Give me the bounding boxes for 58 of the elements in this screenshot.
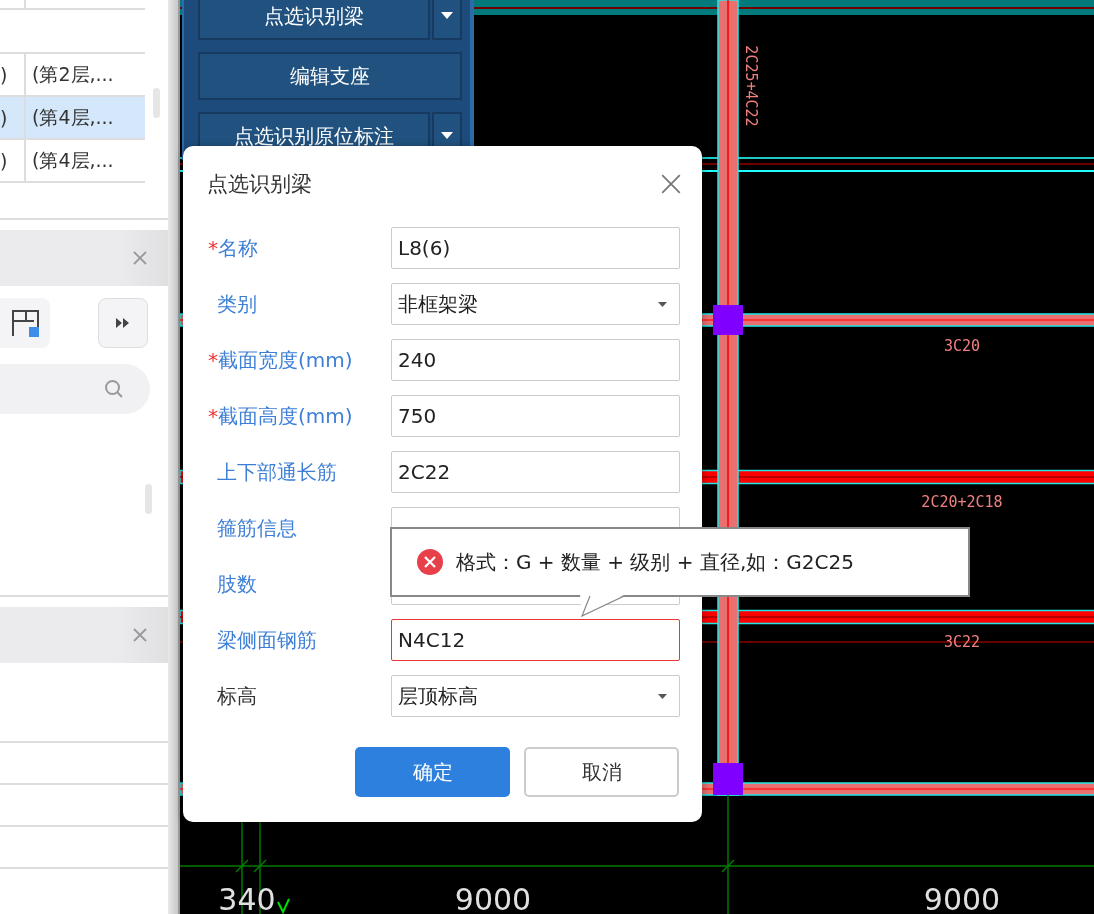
input-field[interactable]: 750 bbox=[391, 395, 680, 437]
frame-icon bbox=[10, 308, 40, 338]
tick-mark bbox=[277, 898, 290, 914]
input-field[interactable]: N4C12 bbox=[391, 619, 680, 661]
caret-icon bbox=[441, 12, 453, 20]
search-field[interactable] bbox=[0, 364, 150, 414]
table-row[interactable]: ) (第4层,... bbox=[0, 140, 145, 183]
caret-icon bbox=[658, 301, 667, 307]
splitter[interactable] bbox=[168, 0, 180, 914]
error-icon bbox=[416, 548, 444, 576]
field-label: 梁侧面钢筋 bbox=[216, 626, 318, 654]
ribbon-button[interactable]: 编辑支座 bbox=[198, 52, 462, 100]
field-label: *截面高度(mm) bbox=[207, 402, 354, 430]
dimension-text: 9000 bbox=[923, 882, 1001, 914]
field-label: 上下部通长筋 bbox=[216, 458, 338, 486]
search-icon bbox=[104, 379, 124, 399]
input-field[interactable]: 240 bbox=[391, 339, 680, 381]
table-cell-text: (第4层,... bbox=[31, 147, 115, 173]
table-cell: ) bbox=[0, 54, 26, 95]
toolbar-button[interactable] bbox=[0, 298, 50, 348]
table-cell-text: (第2层,... bbox=[31, 61, 115, 87]
field-label: 标高 bbox=[216, 682, 258, 710]
rebar-label: 3C22 bbox=[943, 632, 981, 651]
rebar-label: 3C20 bbox=[943, 336, 981, 355]
close-icon[interactable] bbox=[132, 250, 148, 266]
confirm-button[interactable]: 确定 bbox=[355, 747, 510, 797]
close-icon[interactable] bbox=[660, 172, 682, 195]
field-label: *名称 bbox=[207, 234, 259, 262]
column-marker bbox=[713, 305, 743, 335]
ribbon-button[interactable]: 点选识别梁 bbox=[198, 0, 430, 40]
dialog-title: 点选识别梁 bbox=[207, 170, 312, 198]
field-label: *截面宽度(mm) bbox=[207, 346, 354, 374]
table-cell: ) bbox=[0, 97, 26, 138]
expand-button[interactable] bbox=[98, 298, 148, 348]
rebar-label: 2C20+2C18 bbox=[921, 492, 1003, 511]
select-field[interactable]: 非框架梁 bbox=[391, 283, 680, 325]
field-label: 肢数 bbox=[216, 570, 258, 598]
input-field[interactable]: L8(6) bbox=[391, 227, 680, 269]
close-icon[interactable] bbox=[132, 627, 148, 643]
cancel-button[interactable]: 取消 bbox=[524, 747, 679, 797]
caret-icon bbox=[441, 132, 453, 140]
select-field[interactable]: 层顶标高 bbox=[391, 675, 680, 717]
tooltip-message: 格式：G + 数量 + 级别 + 直径,如：G2C25 bbox=[456, 548, 854, 576]
dropdown-button[interactable] bbox=[432, 0, 462, 40]
caret-icon bbox=[658, 693, 667, 699]
rebar-label: 2C25+4C22 bbox=[741, 45, 760, 127]
field-label: 类别 bbox=[216, 290, 258, 318]
scrollbar-thumb[interactable] bbox=[153, 88, 160, 118]
double-arrow-icon bbox=[116, 318, 130, 328]
scrollbar-thumb[interactable] bbox=[145, 484, 152, 514]
input-field[interactable]: 2C22 bbox=[391, 451, 680, 493]
table-cell: ) bbox=[0, 140, 26, 181]
field-label: 箍筋信息 bbox=[216, 514, 298, 542]
dimension-text: 340 bbox=[218, 882, 276, 914]
table-row[interactable]: ) (第4层,... bbox=[0, 97, 145, 140]
dimension-text: 9000 bbox=[454, 882, 532, 914]
column-marker bbox=[713, 763, 743, 795]
table-cell-text: (第4层,... bbox=[31, 104, 115, 130]
